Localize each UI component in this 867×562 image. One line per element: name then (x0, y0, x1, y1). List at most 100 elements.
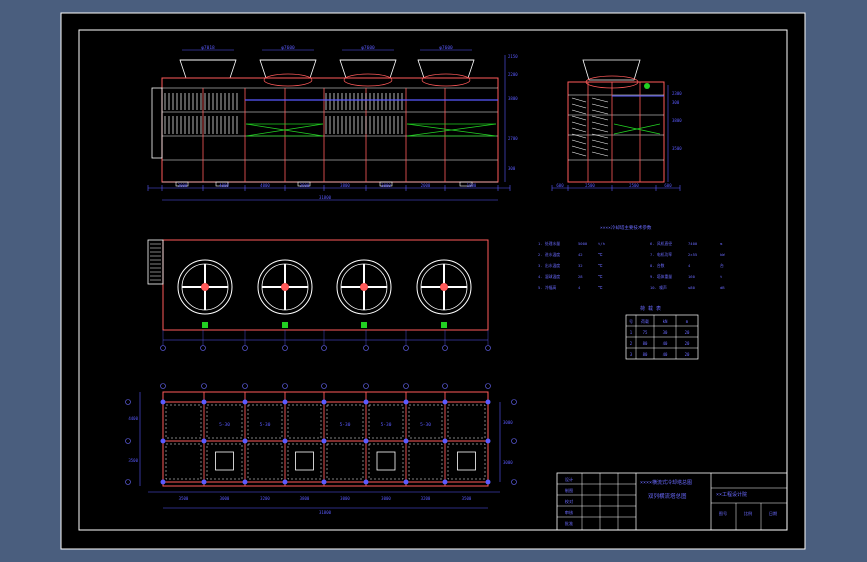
title-block-label: 批准 (565, 520, 573, 527)
front-dim-label: 3900 (300, 183, 310, 188)
parameter-cell: ℃ (598, 274, 603, 279)
column-node (201, 399, 207, 405)
column-node (442, 479, 448, 485)
parameter-cell: 9. 塔体重量 (650, 274, 672, 279)
column-node (403, 479, 409, 485)
column-node (442, 399, 448, 405)
column-node (363, 399, 369, 405)
parameter-cell: 7400 (688, 241, 698, 246)
parameter-cell: 6. 风机直径 (650, 241, 672, 246)
title-block-label: 校对 (565, 498, 573, 505)
cell-label: 5-30 (260, 422, 271, 428)
title-block-label: 审核 (565, 509, 574, 516)
parameter-cell: 8. 台数 (650, 263, 665, 268)
parameter-cell: 5. 冷幅高 (538, 285, 556, 290)
parameter-cell: ℃ (598, 263, 603, 268)
column-node (403, 399, 409, 405)
parameter-cell: 32 (578, 263, 583, 268)
load-header: 号 (629, 318, 633, 324)
side-right-dim: 2300 (672, 91, 682, 96)
front-dim-label: 2000 (421, 183, 431, 188)
column-node (363, 438, 369, 444)
foundation-right-dim: 3000 (503, 460, 513, 465)
front-dim-label: 4000 (260, 183, 270, 188)
column-node (282, 438, 288, 444)
front-right-dim: 3800 (508, 96, 518, 101)
parameter-cell: 7. 电机功率 (650, 252, 672, 257)
column-node (201, 479, 207, 485)
load-cell: 75 (643, 330, 648, 335)
front-dim-label: 3000 (178, 183, 188, 188)
cell-label: 5-30 (340, 422, 351, 428)
title-block-right-label: 比例 (744, 510, 752, 517)
side-right-dim: 3800 (672, 118, 682, 123)
parameter-cell: 160 (688, 274, 696, 279)
drawing-title: ××××横流式冷却塔总图 (640, 479, 692, 486)
fan-hub (201, 283, 209, 291)
column-node (201, 438, 207, 444)
side-valve (644, 83, 650, 89)
fan-diameter-label: φ7600 (361, 45, 375, 51)
plan-motor (282, 322, 288, 328)
parameter-cell: kW (720, 252, 725, 257)
column-node (282, 399, 288, 405)
column-node (485, 479, 491, 485)
foundation-bottom-dim: 3500 (462, 496, 472, 501)
column-node (321, 438, 327, 444)
foundation-right-dim: 3000 (503, 420, 513, 425)
foundation-bottom-dim: 3200 (421, 496, 431, 501)
foundation-total-dim: 31800 (319, 510, 332, 515)
parameter-table-title: ××××冷却塔主要技术参数 (600, 224, 652, 231)
parameter-cell: 4. 湿球温度 (538, 274, 560, 279)
parameter-cell: 5000 (578, 241, 588, 246)
parameter-cell: 42 (578, 252, 583, 257)
column-node (321, 479, 327, 485)
project-name: ××工程设计院 (716, 491, 747, 498)
column-node (242, 438, 248, 444)
drawing-sheet (60, 12, 806, 550)
plan-motor (202, 322, 208, 328)
parameter-cell: 28 (578, 274, 583, 279)
parameter-cell: ℃ (598, 285, 603, 290)
load-header: 荷载 (641, 318, 649, 324)
fan-diameter-label: φ7600 (281, 45, 295, 51)
front-dim-label: 4000 (219, 183, 229, 188)
foundation-bottom-dim: 3000 (220, 496, 230, 501)
foundation-bottom-dim: 3500 (179, 496, 189, 501)
front-dim-label: 3000 (381, 183, 391, 188)
foundation-left-dim: 3500 (128, 458, 138, 463)
parameter-cell: 10. 噪声 (650, 285, 667, 290)
front-right-dim: 300 (508, 166, 516, 171)
front-right-dim: 2150 (508, 54, 518, 59)
fan-hub (281, 283, 289, 291)
side-bottom-dim: 2500 (629, 183, 639, 188)
column-node (485, 399, 491, 405)
side-right-dim: 3500 (672, 146, 682, 151)
side-bottom-dim: 600 (556, 183, 564, 188)
load-cell: 30 (663, 330, 668, 335)
load-cell: 40 (663, 341, 668, 346)
parameter-cell: ≤80 (688, 285, 696, 290)
fan-diameter-label: φ7600 (439, 45, 453, 51)
column-node (442, 438, 448, 444)
fan-diameter-label: φ7018 (201, 45, 215, 51)
parameter-cell: 台 (720, 263, 724, 268)
plan-motor (361, 322, 367, 328)
plan-motor (441, 322, 447, 328)
column-node (282, 479, 288, 485)
fan-hub (440, 283, 448, 291)
column-node (242, 399, 248, 405)
title-block-label: 制图 (565, 487, 573, 494)
cell-label: 5-30 (381, 422, 392, 428)
cad-drawing-canvas: φ7018 φ7600 φ7600 φ7600 3000 4000 4000 3900 380… (60, 12, 806, 550)
front-dim-label: 3800 (340, 183, 350, 188)
column-node (242, 479, 248, 485)
load-table-title: 荷 载 表 (640, 305, 661, 312)
parameter-cell: 2×55 (688, 252, 697, 257)
column-node (403, 438, 409, 444)
load-header: kN (663, 319, 668, 324)
parameter-cell: dB (720, 285, 725, 290)
parameter-cell: 1. 处理水量 (538, 241, 560, 246)
parameter-cell: t/h (598, 241, 605, 246)
column-node (160, 438, 166, 444)
